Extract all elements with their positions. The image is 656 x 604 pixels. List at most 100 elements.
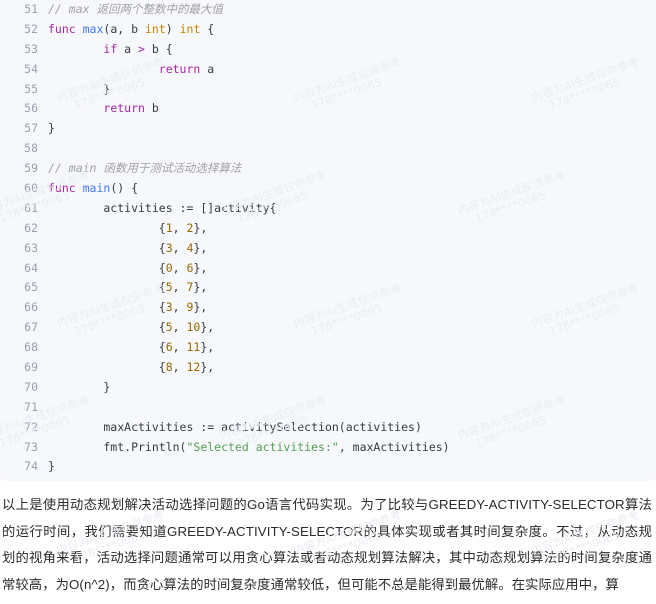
line-number: 67 — [24, 320, 38, 335]
code-token-pln — [48, 42, 103, 56]
code-token-pln: , maxActivities) — [338, 439, 450, 454]
code-line: 54 return a — [0, 60, 656, 80]
line-number: 64 — [24, 260, 38, 275]
code-token-pln: (a, b — [103, 21, 145, 36]
code-token-fn: main — [82, 181, 111, 196]
code-line: 71 — [0, 398, 656, 418]
code-line-content: if a > b { — [48, 40, 172, 60]
code-token-str: "Selected activities:" — [186, 439, 339, 454]
paragraph-text: 以上是使用动态规划解决活动选择问题的Go语言代码实现。为了比较与GREEDY-A… — [2, 497, 652, 592]
code-line: 57} — [0, 119, 656, 139]
code-line: 69 {8, 12}, — [0, 358, 656, 378]
code-line: 51 // max 返回两个整数中的最大值 — [0, 0, 656, 20]
code-token-pln: } — [48, 121, 55, 136]
code-token-num: 3 — [165, 300, 173, 315]
code-line: 56 return b — [0, 99, 656, 119]
code-token-num: 12 — [186, 360, 201, 375]
code-line: 55 } — [0, 80, 656, 100]
code-token-pln: maxActivities := activitySelection(activ… — [48, 419, 422, 434]
code-line: 62 {1, 2}, — [0, 219, 656, 239]
code-token-pln: , — [172, 360, 187, 375]
code-line: 59 // main 函数用于测试活动选择算法 — [0, 159, 656, 179]
code-line-content: } — [48, 80, 110, 100]
code-line: 73 fmt.Println("Selected activities:", m… — [0, 438, 656, 458]
code-token-pln: }, — [193, 280, 208, 295]
code-token-pln: { — [48, 240, 166, 255]
code-token-pln: , — [172, 300, 187, 315]
line-number: 63 — [24, 240, 38, 255]
code-token-pln: , — [172, 220, 187, 235]
line-number: 52 — [24, 21, 38, 36]
code-line-content: maxActivities := activitySelection(activ… — [48, 418, 422, 438]
line-number: 55 — [24, 81, 38, 96]
code-token-pln: }, — [200, 360, 215, 375]
code-token-pkg: fmt.Println( — [48, 439, 187, 454]
line-number: 56 — [24, 101, 38, 116]
code-token-kw: return — [158, 61, 201, 76]
code-token-num: 1 — [165, 220, 173, 235]
code-token-pln: }, — [193, 220, 208, 235]
code-token-pln: , — [172, 280, 187, 295]
line-number: 53 — [24, 41, 38, 56]
code-token-pln: { — [48, 260, 166, 275]
line-number: 62 — [24, 220, 38, 235]
line-number: 69 — [24, 360, 38, 375]
code-line-content: // max 返回两个整数中的最大值 — [48, 0, 223, 20]
code-token-pln: { — [200, 21, 215, 36]
code-token-pln: }, — [193, 300, 208, 315]
code-token-pln: { — [48, 280, 166, 295]
code-token-pln: () { — [110, 181, 139, 196]
line-number: 68 — [24, 340, 38, 355]
code-token-cmt: 返回两个整数中的最大值 — [96, 2, 223, 16]
code-token-pln: { — [48, 220, 166, 235]
code-token-fn: max — [82, 21, 104, 36]
line-number: 70 — [24, 379, 38, 394]
line-number: 65 — [24, 280, 38, 295]
code-token-pln: , — [172, 340, 187, 355]
code-token-cmt: 函数用于测试活动选择算法 — [103, 161, 242, 176]
code-token-pln: } — [48, 379, 111, 394]
code-line: 64 {0, 6}, — [0, 259, 656, 279]
code-token-num: 5 — [165, 280, 173, 295]
line-number: 71 — [24, 399, 38, 414]
line-number: 61 — [24, 200, 38, 215]
code-line: 60 func main() { — [0, 179, 656, 199]
code-line: 67 {5, 10}, — [0, 318, 656, 338]
code-line-content: {3, 9}, — [48, 298, 208, 318]
code-token-kw: if — [103, 41, 118, 56]
code-token-typ: int — [144, 21, 166, 36]
code-line: 52 func max(a, b int) int { — [0, 20, 656, 40]
line-number: 57 — [24, 121, 38, 136]
code-line-content: {5, 7}, — [48, 278, 208, 298]
line-number: 58 — [24, 141, 38, 156]
code-line-content: return b — [48, 99, 158, 119]
line-number: 74 — [24, 459, 38, 474]
code-line: 68 {6, 11}, — [0, 338, 656, 358]
code-line-content: } — [48, 378, 110, 398]
code-line: 70 } — [0, 378, 656, 398]
code-token-cmt: // max — [48, 2, 97, 16]
code-token-pln: , — [172, 260, 187, 275]
code-token-op: > — [138, 41, 145, 56]
code-token-num: 3 — [165, 240, 173, 255]
code-line: 53 if a > b { — [0, 40, 656, 60]
code-line: 66 {3, 9}, — [0, 298, 656, 318]
code-line-content: activities := []activity{ — [48, 199, 276, 219]
code-line-content: return a — [48, 60, 214, 80]
code-token-kw: return — [103, 101, 145, 116]
line-number: 60 — [24, 181, 38, 196]
code-line-content: {8, 12}, — [48, 358, 214, 378]
code-token-pln: }, — [193, 240, 208, 255]
code-token-num: 0 — [165, 260, 173, 275]
line-number: 66 — [24, 300, 38, 315]
code-token-typ: int — [179, 21, 201, 36]
code-token-pln: } — [48, 81, 111, 96]
article-paragraph: 以上是使用动态规划解决活动选择问题的Go语言代码实现。为了比较与GREEDY-A… — [0, 492, 654, 598]
code-token-cmt: // main — [48, 161, 104, 176]
code-line: 58 — [0, 139, 656, 159]
code-token-pln: a — [117, 41, 139, 56]
code-block: 51// max 返回两个整数中的最大值 52 func max(a, b int)… — [0, 0, 656, 481]
code-line-content: } — [48, 457, 55, 477]
code-token-pln: { — [48, 340, 166, 355]
code-token-pln: { — [48, 320, 166, 335]
